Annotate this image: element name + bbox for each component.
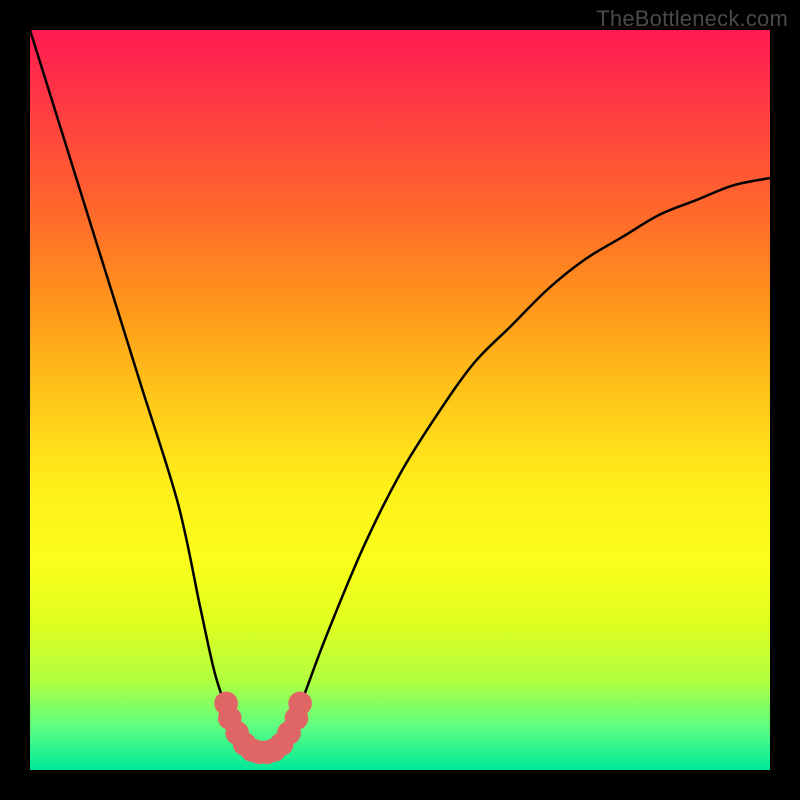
marker-layer (214, 692, 312, 765)
watermark-text: TheBottleneck.com (596, 6, 788, 32)
chart-svg (0, 0, 800, 800)
chart-frame: TheBottleneck.com (0, 0, 800, 800)
bottleneck-curve (30, 30, 770, 755)
data-marker (288, 692, 312, 716)
curve-layer (30, 30, 770, 755)
